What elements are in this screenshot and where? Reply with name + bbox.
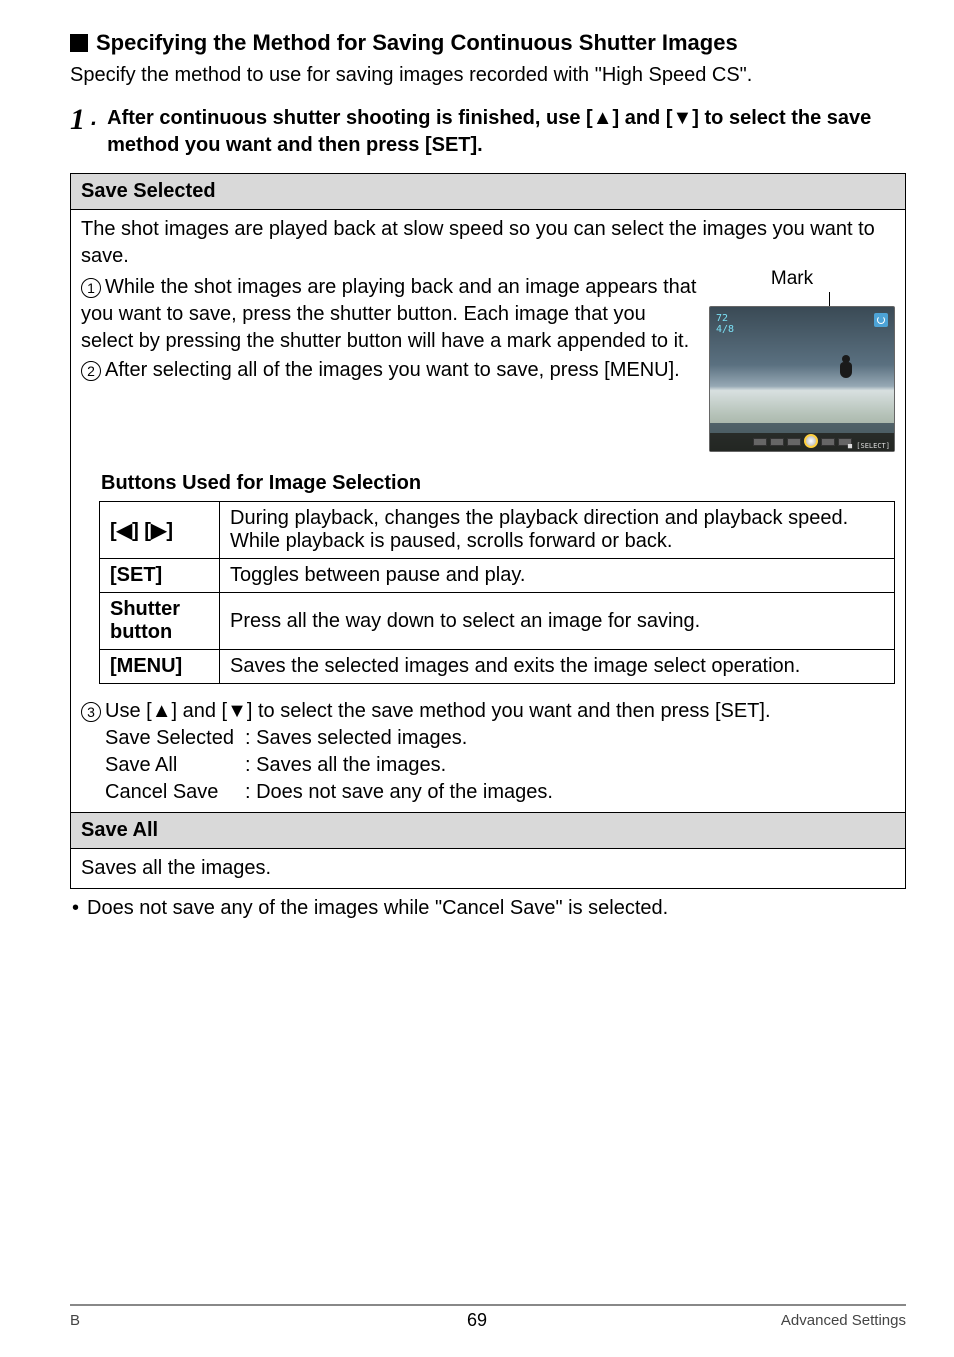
section-heading: Specifying the Method for Saving Continu… [70, 30, 906, 56]
mark-thumbnail-area: Mark 72 4/8 ■ [SELECT] [709, 268, 895, 452]
mark-label: Mark [709, 268, 895, 290]
circled-2-icon: 2 [81, 361, 101, 381]
save-selected-item-1: 1While the shot images are playing back … [81, 274, 699, 355]
sub-cancel-save-desc: : Does not save any of the images. [245, 779, 553, 806]
page-footer: B 69 Advanced Settings [0, 1304, 954, 1329]
btn-row-shutter-desc: Press all the way down to select an imag… [220, 593, 895, 650]
save-all-header: Save All [71, 813, 906, 849]
footnote-text: Does not save any of the images while "C… [87, 897, 668, 920]
preview-thumbnail: 72 4/8 ■ [SELECT] [709, 306, 895, 452]
person-silhouette-icon [840, 355, 852, 379]
left-arrow-icon: ◀ [117, 520, 132, 542]
sub-save-selected-desc: : Saves selected images. [245, 725, 467, 752]
footnote: • Does not save any of the images while … [70, 897, 906, 920]
bullet-icon: • [72, 897, 79, 920]
sub-save-all-label: Save All [105, 752, 245, 779]
sub-save-selected-label: Save Selected [105, 725, 245, 752]
up-arrow-icon: ▲ [152, 700, 172, 722]
item3-seg: Use [ [105, 700, 152, 722]
btn-row-set-label: [SET] [100, 559, 220, 593]
step-text: After continuous shutter shooting is fin… [107, 105, 906, 159]
heading-text: Specifying the Method for Saving Continu… [96, 30, 738, 55]
footer-page-number: 69 [0, 1310, 954, 1331]
thumbnail-timeline: ■ [SELECT] [710, 433, 894, 451]
buttons-table: [◀] [▶] During playback, changes the pla… [99, 501, 895, 684]
mark-indicator-icon [874, 313, 888, 327]
item3-seg: ] to select the save method you want and… [247, 700, 771, 722]
intro-text: Specify the method to use for saving ima… [70, 62, 906, 89]
thumbnail-info-bar [710, 423, 894, 433]
down-arrow-icon: ▼ [673, 107, 693, 129]
save-all-content: Saves all the images. [71, 849, 906, 889]
save-selected-header: Save Selected [71, 174, 906, 210]
btn-row-arrows-desc: During playback, changes the playback di… [220, 502, 895, 559]
btn-row-set-desc: Toggles between pause and play. [220, 559, 895, 593]
square-bullet-icon [70, 34, 88, 52]
right-arrow-icon: ▶ [151, 520, 166, 542]
btn-row-menu-label: [MENU] [100, 650, 220, 684]
btn-row-menu-desc: Saves the selected images and exits the … [220, 650, 895, 684]
thumbnail-counter: 72 4/8 [716, 313, 734, 335]
step-number: 1 [70, 105, 85, 135]
step-1: 1. After continuous shutter shooting is … [70, 105, 906, 159]
sub-cancel-save-label: Cancel Save [105, 779, 245, 806]
down-arrow-icon: ▼ [227, 700, 247, 722]
circled-3-icon: 3 [81, 702, 101, 722]
step-text-seg: ] and [ [613, 107, 673, 129]
buttons-heading: Buttons Used for Image Selection [101, 472, 895, 495]
step-text-seg: After continuous shutter shooting is fin… [107, 107, 593, 129]
mark-pointer-line [829, 292, 830, 306]
step-dot: . [91, 105, 97, 131]
circled-1-icon: 1 [81, 278, 101, 298]
sub-save-all-desc: : Saves all the images. [245, 752, 446, 779]
item3-seg: ] and [ [171, 700, 227, 722]
up-arrow-icon: ▲ [593, 107, 613, 129]
btn-row-arrows-label: [◀] [▶] [100, 502, 220, 559]
save-selected-content: The shot images are played back at slow … [71, 210, 906, 813]
save-methods-table: Save Selected The shot images are played… [70, 173, 906, 889]
save-selected-item-3: 3Use [▲] and [▼] to select the save meth… [81, 698, 895, 725]
save-selected-intro: The shot images are played back at slow … [81, 216, 895, 270]
item1-text: While the shot images are playing back a… [81, 276, 696, 352]
item2-text: After selecting all of the images you wa… [105, 359, 680, 381]
save-method-sublist: Save Selected: Saves selected images. Sa… [105, 725, 895, 806]
save-selected-item-2: 2After selecting all of the images you w… [81, 357, 699, 384]
btn-row-shutter-label: Shutter button [100, 593, 220, 650]
